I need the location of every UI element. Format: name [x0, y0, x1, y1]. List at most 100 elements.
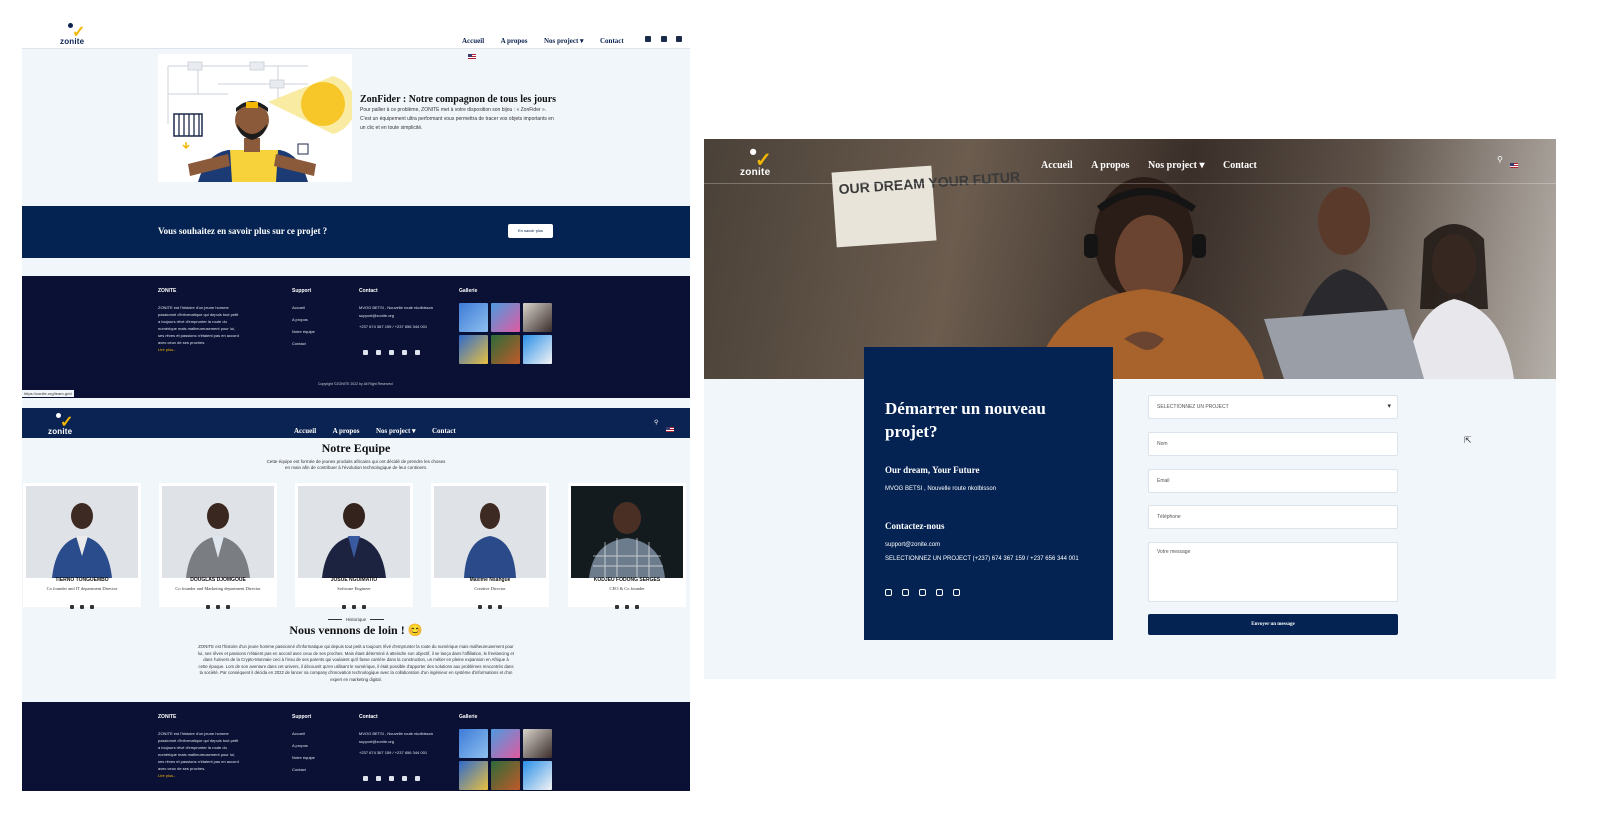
- cta-question: Vous souhaitez en savoir plus sur ce pro…: [158, 226, 328, 236]
- project-select[interactable]: SELECTIONNEZ UN PROJECT: [1148, 395, 1398, 419]
- nav-about[interactable]: A propos: [501, 37, 528, 45]
- learn-more-button[interactable]: En savoir plus: [508, 224, 553, 238]
- instagram-icon[interactable]: [226, 605, 230, 609]
- twitter-icon[interactable]: [902, 589, 909, 596]
- member-name: Maxime Nsahgue: [469, 577, 511, 583]
- footer-link-about[interactable]: A propos: [292, 316, 308, 323]
- address: MVOG BETSI , Nouvelle route nkolbisson: [885, 486, 997, 492]
- us-flag-icon[interactable]: [660, 421, 674, 439]
- name-input[interactable]: Nom: [1148, 432, 1398, 456]
- instagram-icon[interactable]: [676, 35, 683, 42]
- gallery-image[interactable]: [459, 335, 488, 364]
- member-photo: [434, 486, 546, 578]
- phone-input[interactable]: Téléphone: [1148, 505, 1398, 529]
- footer-link-team[interactable]: Notre équipe: [292, 328, 315, 335]
- facebook-icon[interactable]: [919, 589, 926, 596]
- member-role: Software Engineer: [337, 586, 371, 591]
- search-icon[interactable]: ⚲: [654, 419, 658, 426]
- search-icon[interactable]: ⚲: [1497, 155, 1503, 164]
- send-message-button[interactable]: Envoyer un message: [1148, 614, 1398, 635]
- gallery-image[interactable]: [523, 761, 552, 790]
- youtube-icon[interactable]: [953, 589, 960, 596]
- member-photo: [298, 486, 410, 578]
- nav-contact[interactable]: Contact: [432, 427, 456, 435]
- twitter-icon[interactable]: [352, 605, 356, 609]
- gallery-image[interactable]: [459, 761, 488, 790]
- zonfider-illustration: [158, 54, 352, 182]
- twitter-icon[interactable]: [625, 605, 629, 609]
- read-more-link[interactable]: Lire plus...: [158, 773, 176, 778]
- twitter-icon[interactable]: [376, 776, 381, 781]
- linkedin-icon[interactable]: [363, 350, 368, 355]
- zonite-logo[interactable]: ✓ zonite: [740, 145, 790, 180]
- footer-about-text: ZONITE est l'histoire d'un jeune homme p…: [158, 731, 239, 771]
- footer-email[interactable]: support@zonite.org: [359, 312, 394, 319]
- gallery-image[interactable]: [491, 729, 520, 758]
- message-textarea[interactable]: Votre message: [1148, 542, 1398, 602]
- facebook-icon[interactable]: [342, 605, 346, 609]
- gallery-image[interactable]: [491, 303, 520, 332]
- linkedin-icon[interactable]: [363, 776, 368, 781]
- footer-link-home[interactable]: Accueil: [292, 730, 305, 737]
- gallery-image[interactable]: [459, 303, 488, 332]
- footer-link-contact[interactable]: Contact: [292, 766, 306, 773]
- us-flag-icon[interactable]: [468, 54, 476, 60]
- nav-home[interactable]: Accueil: [1041, 160, 1073, 171]
- nav-projects[interactable]: Nos project ▾: [544, 37, 584, 45]
- facebook-icon[interactable]: [70, 605, 74, 609]
- email-input[interactable]: Email: [1148, 469, 1398, 493]
- member-photo: [571, 486, 683, 578]
- twitter-icon[interactable]: [376, 350, 381, 355]
- twitter-icon[interactable]: [80, 605, 84, 609]
- facebook-icon[interactable]: [615, 605, 619, 609]
- footer-phone: +237 674 367 159 / +237 656 344 001: [359, 750, 428, 755]
- member-social-icons: [568, 596, 686, 614]
- member-name: TIERNO TONGUEMBO: [55, 577, 109, 583]
- instagram-icon[interactable]: [498, 605, 502, 609]
- nav-about[interactable]: A propos: [333, 427, 360, 435]
- chevron-down-icon: ▾: [412, 427, 416, 435]
- twitter-icon[interactable]: [216, 605, 220, 609]
- instagram-icon[interactable]: [936, 589, 943, 596]
- footer-link-home[interactable]: Accueil: [292, 304, 305, 311]
- nav-projects[interactable]: Nos project ▾: [1148, 160, 1205, 171]
- instagram-icon[interactable]: [402, 350, 407, 355]
- facebook-icon[interactable]: [389, 776, 394, 781]
- zonite-logo[interactable]: ✓ zonite: [48, 410, 88, 438]
- footer-link-about[interactable]: A propos: [292, 742, 308, 749]
- zonite-logo[interactable]: ✓ zonite: [60, 20, 100, 48]
- nav-contact[interactable]: Contact: [1223, 160, 1257, 171]
- footer: ZONITE ZONITE est l'histoire d'un jeune …: [22, 276, 690, 398]
- us-flag-icon[interactable]: [1504, 157, 1518, 175]
- gallery-image[interactable]: [523, 729, 552, 758]
- youtube-icon[interactable]: [415, 350, 420, 355]
- footer-link-contact[interactable]: Contact: [292, 340, 306, 347]
- instagram-icon[interactable]: [362, 605, 366, 609]
- facebook-icon[interactable]: [478, 605, 482, 609]
- contact-email[interactable]: support@zonite.com: [885, 542, 940, 548]
- facebook-icon[interactable]: [645, 35, 652, 42]
- twitter-icon[interactable]: [660, 35, 667, 42]
- member-name: KODJEU FODONG SERGES: [593, 577, 661, 583]
- gallery-image[interactable]: [491, 335, 520, 364]
- nav-home[interactable]: Accueil: [294, 427, 316, 435]
- facebook-icon[interactable]: [206, 605, 210, 609]
- footer-link-team[interactable]: Notre équipe: [292, 754, 315, 761]
- instagram-icon[interactable]: [90, 605, 94, 609]
- instagram-icon[interactable]: [402, 776, 407, 781]
- gallery-image[interactable]: [523, 303, 552, 332]
- instagram-icon[interactable]: [635, 605, 639, 609]
- facebook-icon[interactable]: [389, 350, 394, 355]
- nav-about[interactable]: A propos: [1091, 160, 1129, 171]
- gallery-image[interactable]: [491, 761, 520, 790]
- gallery-image[interactable]: [523, 335, 552, 364]
- nav-home[interactable]: Accueil: [462, 37, 484, 45]
- read-more-link[interactable]: Lire plus...: [158, 347, 176, 352]
- gallery-image[interactable]: [459, 729, 488, 758]
- nav-contact[interactable]: Contact: [600, 37, 624, 45]
- nav-projects[interactable]: Nos project ▾: [376, 427, 416, 435]
- linkedin-icon[interactable]: [885, 589, 892, 596]
- youtube-icon[interactable]: [415, 776, 420, 781]
- footer-email[interactable]: support@zonite.org: [359, 738, 394, 745]
- twitter-icon[interactable]: [488, 605, 492, 609]
